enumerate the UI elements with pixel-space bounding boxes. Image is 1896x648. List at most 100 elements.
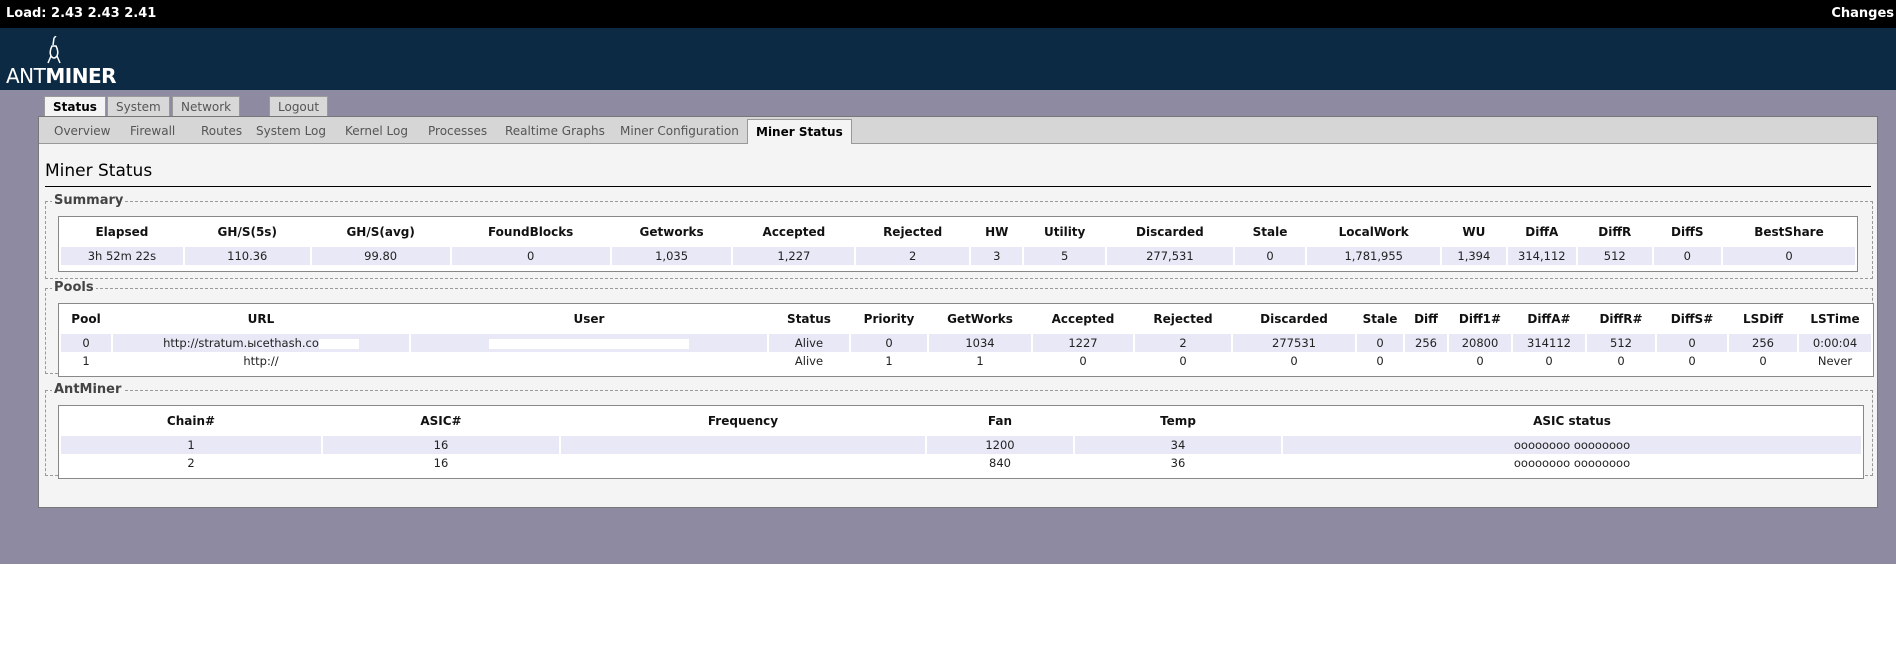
summary-cell: 0 (1653, 247, 1721, 265)
summary-table: Elapsed GH/S(5s) GH/S(avg) FoundBlocks G… (58, 216, 1858, 272)
summary-header: GH/S(5s) (217, 225, 277, 239)
top-status-bar: Load: 2.43 2.43 2.41 Changes (0, 0, 1896, 28)
summary-header: DiffA (1525, 225, 1559, 239)
summary-cell: 1,781,955 (1307, 247, 1441, 265)
sub-tabs: Overview Firewall Routes System Log Kern… (39, 117, 1877, 144)
pools-header: Status (787, 312, 831, 326)
pool-cell: 2 (1135, 334, 1231, 352)
pools-header: LSTime (1810, 312, 1860, 326)
chain-cell: oooooooo oooooooo (1513, 456, 1631, 470)
summary-spacer (61, 265, 1855, 271)
pool-cell: 0 (1179, 354, 1187, 368)
pool-cell: 20800 (1449, 334, 1511, 352)
subtab-miner-configuration[interactable]: Miner Configuration (612, 121, 747, 141)
pool-cell: Never (1817, 354, 1853, 368)
pools-header: Stale (1362, 312, 1398, 326)
pool-user (411, 334, 767, 352)
pools-header: GetWorks (947, 312, 1013, 326)
pools-header: User (573, 312, 605, 326)
chain-cell (561, 454, 925, 472)
pool-url: http://stratum.ыcethash.co (113, 334, 409, 352)
page-title: Miner Status (45, 161, 153, 181)
summary-cell: 3h 52m 22s (61, 247, 183, 265)
pools-header: Pool (71, 312, 101, 326)
summary-cell: 0 (1722, 247, 1855, 265)
pool-cell: 0 (1476, 354, 1484, 368)
summary-header: GH/S(avg) (346, 225, 415, 239)
summary-cell: 0 (1234, 247, 1306, 265)
pool-cell: 1 (82, 354, 90, 368)
changes-link[interactable]: Changes (1831, 0, 1894, 28)
pools-header: URL (247, 312, 275, 326)
summary-cell: 1,394 (1442, 247, 1506, 265)
pools-header-row: Pool URL User Status Priority GetWorks A… (61, 304, 1871, 334)
subtab-processes[interactable]: Processes (420, 121, 495, 141)
antminer-header: ASIC status (1533, 414, 1611, 428)
pools-header: Priority (863, 312, 915, 326)
subtab-routes[interactable]: Routes (193, 121, 250, 141)
chain-cell: 2 (187, 456, 195, 470)
pools-legend: Pools (52, 280, 96, 295)
pools-header: DiffA# (1527, 312, 1571, 326)
chain-row: 2 16 840 36 oooooooo oooooooo (61, 454, 1861, 472)
summary-cell: 0 (451, 247, 610, 265)
summary-cell: 512 (1578, 247, 1652, 265)
subtab-miner-status[interactable]: Miner Status (747, 119, 852, 144)
antminer-legend: AntMiner (52, 382, 124, 397)
header: ANTMINER (0, 28, 1896, 90)
pool-cell: 0 (1290, 354, 1298, 368)
summary-cell: 99.80 (311, 247, 450, 265)
subtab-overview[interactable]: Overview (46, 121, 119, 141)
pools-header: Accepted (1051, 312, 1115, 326)
pool-cell: 277531 (1233, 334, 1355, 352)
pool-cell: 0 (1079, 354, 1087, 368)
chain-cell: oooooooo oooooooo (1283, 436, 1861, 454)
antminer-logo: ANTMINER (6, 32, 126, 88)
subtab-kernel-log[interactable]: Kernel Log (337, 121, 416, 141)
summary-header: Elapsed (95, 225, 149, 239)
summary-cell: 5 (1024, 247, 1105, 265)
logo-ant-text: ANT (6, 64, 46, 88)
tab-logout[interactable]: Logout (269, 96, 329, 117)
pools-header: Diff1# (1458, 312, 1502, 326)
pool-cell: 1227 (1033, 334, 1133, 352)
summary-header: Discarded (1136, 225, 1204, 239)
pool-cell (1405, 352, 1447, 370)
antminer-header: Temp (1160, 414, 1196, 428)
load-average: Load: 2.43 2.43 2.41 (6, 6, 157, 21)
chain-row: 1 16 1200 34 oooooooo oooooooo (61, 436, 1861, 454)
pool-cell: 0 (61, 334, 111, 352)
pool-user (411, 352, 767, 370)
pools-header: DiffS# (1670, 312, 1714, 326)
pool-cell: 0 (1617, 354, 1625, 368)
summary-header: Accepted (762, 225, 826, 239)
tab-network[interactable]: Network (172, 96, 241, 117)
pool-cell: 1 (976, 354, 984, 368)
main-panel: Overview Firewall Routes System Log Kern… (38, 116, 1878, 508)
summary-cell: 110.36 (184, 247, 310, 265)
antminer-spacer (61, 472, 1861, 478)
content-area: Status System Network Logout Overview Fi… (0, 90, 1896, 564)
pool-cell: 256 (1729, 334, 1797, 352)
pools-table: Pool URL User Status Priority GetWorks A… (58, 303, 1874, 377)
pools-header: Diff (1414, 312, 1438, 326)
subtab-realtime-graphs[interactable]: Realtime Graphs (497, 121, 613, 141)
summary-cell: 1,227 (733, 247, 855, 265)
tab-system[interactable]: System (107, 96, 170, 117)
pools-header: Discarded (1260, 312, 1328, 326)
chain-cell: 16 (323, 436, 559, 454)
pools-header: LSDiff (1742, 312, 1784, 326)
pool-cell: 0:00:04 (1799, 334, 1871, 352)
subtab-firewall[interactable]: Firewall (122, 121, 183, 141)
pool-url: http:// (243, 354, 279, 368)
antminer-header-row: Chain# ASIC# Frequency Fan Temp ASIC sta… (61, 406, 1861, 436)
subtab-system-log[interactable]: System Log (248, 121, 334, 141)
chain-cell: 1200 (927, 436, 1073, 454)
pool-cell: 256 (1405, 334, 1447, 352)
title-divider (45, 186, 1871, 187)
pools-section: Pools Pool URL User Status Priority GetW… (45, 280, 1874, 377)
pools-header: DiffR# (1599, 312, 1643, 326)
summary-header: FoundBlocks (487, 225, 574, 239)
summary-cell: 3 (971, 247, 1023, 265)
summary-cell: 277,531 (1106, 247, 1233, 265)
